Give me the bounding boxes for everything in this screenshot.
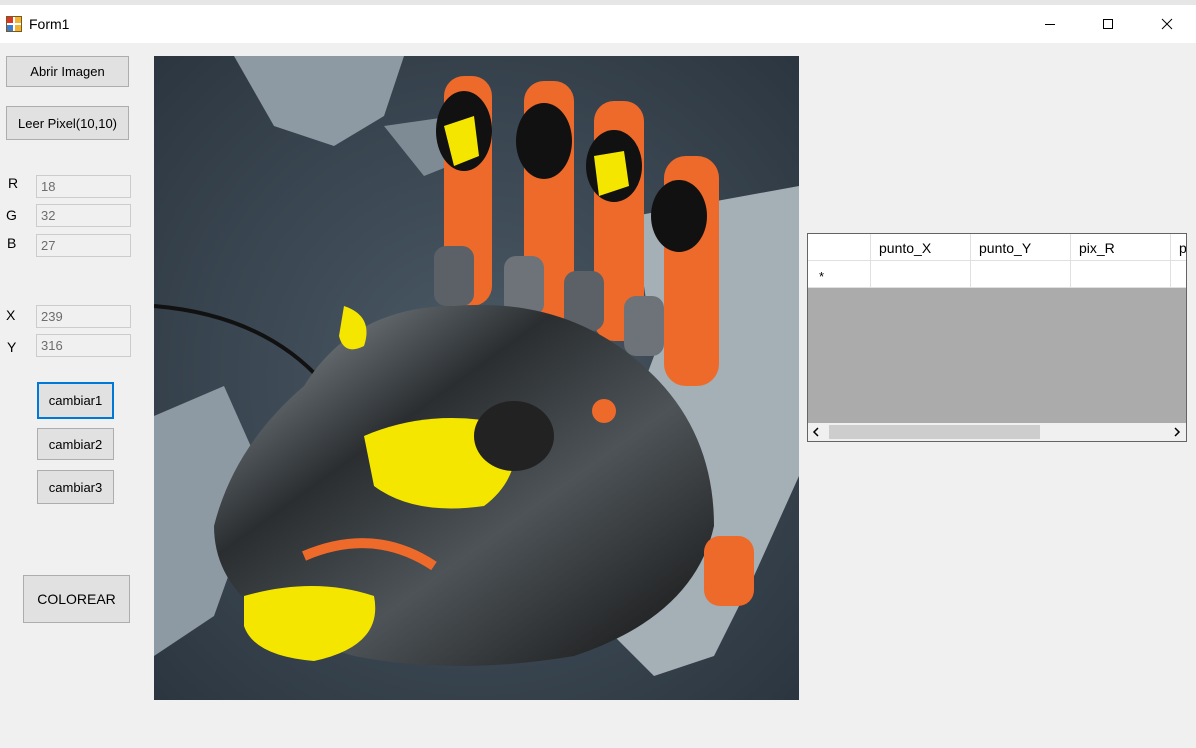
b-label: B bbox=[7, 235, 17, 251]
column-header-pix-r[interactable]: pix_R bbox=[1071, 234, 1171, 261]
column-header-punto-y[interactable]: punto_Y bbox=[971, 234, 1071, 261]
colorear-button[interactable]: COLOREAR bbox=[23, 575, 130, 623]
new-row-cell-punto-y[interactable] bbox=[971, 261, 1071, 288]
scroll-right-icon[interactable] bbox=[1172, 427, 1182, 437]
close-icon bbox=[1161, 18, 1173, 30]
window-title: Form1 bbox=[29, 16, 70, 32]
minimize-button[interactable] bbox=[1021, 5, 1079, 43]
data-grid[interactable]: punto_X punto_Y pix_R p * bbox=[807, 233, 1187, 442]
x-label: X bbox=[6, 307, 16, 323]
read-pixel-button[interactable]: Leer Pixel(10,10) bbox=[6, 106, 129, 140]
b-value-field[interactable]: 27 bbox=[36, 234, 131, 257]
cambiar3-button[interactable]: cambiar3 bbox=[37, 470, 114, 504]
maximize-icon bbox=[1103, 19, 1113, 29]
y-value-field[interactable]: 316 bbox=[36, 334, 131, 357]
open-image-button[interactable]: Abrir Imagen bbox=[6, 56, 129, 87]
new-row-cell-pix-r[interactable] bbox=[1071, 261, 1171, 288]
minimize-icon bbox=[1045, 24, 1055, 25]
new-row-cell-partial[interactable] bbox=[1171, 261, 1186, 288]
horizontal-scrollbar[interactable] bbox=[808, 423, 1186, 441]
r-value-field[interactable]: 18 bbox=[36, 175, 131, 198]
r-label: R bbox=[8, 175, 19, 191]
maximize-button[interactable] bbox=[1079, 5, 1137, 43]
g-value-field[interactable]: 32 bbox=[36, 204, 131, 227]
app-icon bbox=[6, 16, 22, 32]
picture-box[interactable] bbox=[154, 56, 799, 700]
new-row-header[interactable]: * bbox=[808, 261, 871, 288]
title-bar[interactable]: Form1 bbox=[0, 5, 1196, 43]
y-label: Y bbox=[7, 339, 17, 355]
scrollbar-thumb[interactable] bbox=[829, 425, 1040, 439]
x-value-field[interactable]: 239 bbox=[36, 305, 131, 328]
cambiar2-button[interactable]: cambiar2 bbox=[37, 428, 114, 460]
new-row-cell-punto-x[interactable] bbox=[871, 261, 971, 288]
scroll-left-icon[interactable] bbox=[811, 427, 821, 437]
cambiar1-button[interactable]: cambiar1 bbox=[37, 382, 114, 419]
robotic-hand-photo bbox=[154, 56, 799, 700]
g-label: G bbox=[6, 207, 17, 223]
grid-corner-header bbox=[808, 234, 871, 261]
close-button[interactable] bbox=[1138, 5, 1196, 43]
column-header-punto-x[interactable]: punto_X bbox=[871, 234, 971, 261]
column-header-partial[interactable]: p bbox=[1171, 234, 1186, 261]
